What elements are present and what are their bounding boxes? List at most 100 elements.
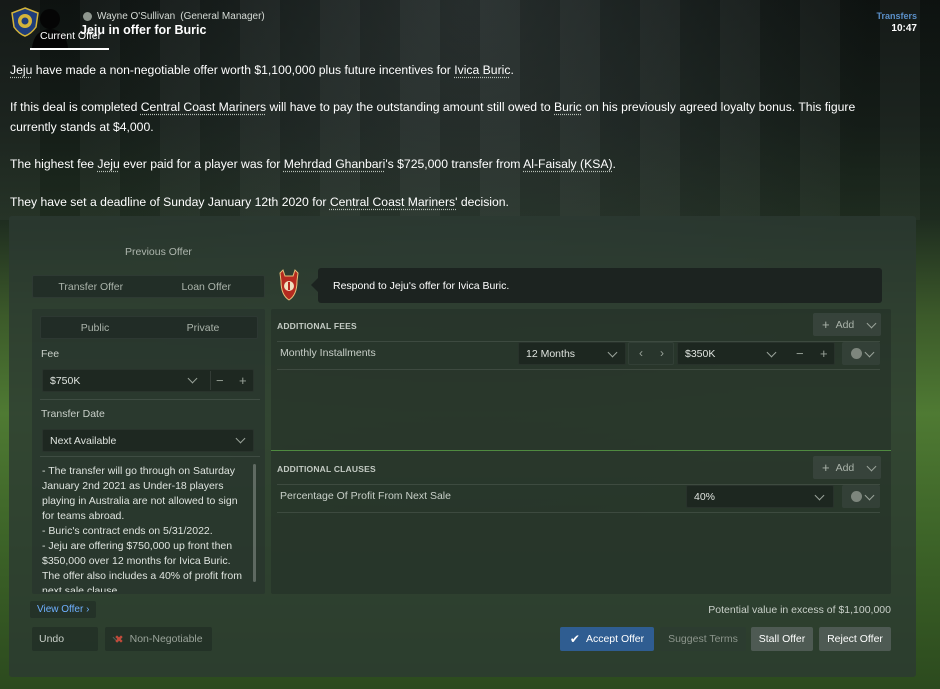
installment-amount-value: $350K <box>685 347 716 360</box>
add-fee-label: Add <box>835 318 855 331</box>
add-fee-button[interactable]: + Add <box>813 313 881 336</box>
divider <box>210 371 211 390</box>
additional-fees-title: ADDITIONAL FEES <box>277 321 357 331</box>
public-option[interactable]: Public <box>41 317 149 338</box>
text: The highest fee <box>10 157 98 171</box>
player-link[interactable]: Buric <box>554 100 582 114</box>
loan-offer-option[interactable]: Loan Offer <box>149 276 265 297</box>
profit-percentage-value: 40% <box>694 490 716 503</box>
months-stepper: ‹ › <box>628 342 674 365</box>
note-item: - Jeju are offering $750,000 up front th… <box>42 540 242 592</box>
add-clause-label: Add <box>835 461 855 474</box>
club-link[interactable]: Al-Faisaly (KSA) <box>523 157 612 171</box>
sender-name[interactable]: Wayne O'Sullivan <box>97 11 175 22</box>
message-category[interactable]: Transfers <box>876 11 917 21</box>
options-icon <box>851 348 862 359</box>
section-divider <box>271 450 891 451</box>
text: If this deal is completed <box>10 100 141 114</box>
plus-icon: + <box>822 317 830 332</box>
divider <box>277 369 880 370</box>
message-paragraph-2: If this deal is completed Central Coast … <box>10 97 890 137</box>
non-negotiable-button[interactable]: ✖ Non-Negotiable <box>105 627 212 651</box>
monthly-installments-label: Monthly Installments <box>280 347 376 359</box>
note-item: - The transfer will go through on Saturd… <box>42 465 238 522</box>
undo-label: Undo <box>39 633 65 645</box>
view-offer-label: View Offer <box>37 604 84 615</box>
installment-months-value: 12 Months <box>526 347 576 360</box>
private-option[interactable]: Private <box>149 317 257 338</box>
accept-offer-label: Accept Offer <box>585 633 645 645</box>
message-paragraph-3: The highest fee Jeju ever paid for a pla… <box>10 154 890 174</box>
sender-line: Wayne O'Sullivan (General Manager) <box>83 11 265 22</box>
undo-button[interactable]: Undo <box>32 627 123 651</box>
text: have made a non-negotiable offer worth $… <box>32 63 455 77</box>
fee-decrease-button[interactable]: − <box>216 374 224 387</box>
check-icon: ✔ <box>569 632 580 646</box>
transfer-offer-option[interactable]: Transfer Offer <box>33 276 149 297</box>
message-time: 10:47 <box>891 23 917 34</box>
chevron-down-icon <box>864 490 875 501</box>
transfer-date-label: Transfer Date <box>41 408 105 420</box>
months-prev-button[interactable]: ‹ <box>639 347 643 360</box>
text: . <box>510 63 514 77</box>
message-header: Wayne O'Sullivan (General Manager) Jeju … <box>0 0 940 48</box>
fee-increase-button[interactable]: + <box>239 374 247 387</box>
tab-previous-offer[interactable]: Previous Offer <box>125 246 192 258</box>
offer-notes: - The transfer will go through on Saturd… <box>42 464 250 592</box>
divider <box>40 399 260 400</box>
months-next-button[interactable]: › <box>660 347 664 360</box>
text: 's $725,000 transfer from <box>385 157 524 171</box>
chevron-down-icon <box>866 461 877 472</box>
fee-value: $750K <box>50 374 81 387</box>
clause-options-button[interactable] <box>842 485 880 508</box>
club-link[interactable]: Jeju <box>97 157 119 171</box>
installment-amount-input[interactable]: $350K <box>677 342 835 365</box>
accept-offer-button[interactable]: ✔ Accept Offer <box>560 627 654 651</box>
player-link[interactable]: Mehrdad Ghanbari <box>284 157 386 171</box>
lock-icon: ✖ <box>114 633 124 646</box>
divider <box>277 512 880 513</box>
non-negotiable-label: Non-Negotiable <box>129 633 203 645</box>
profit-clause-label: Percentage Of Profit From Next Sale <box>280 490 451 502</box>
profit-percentage-select[interactable]: 40% <box>686 485 834 508</box>
additional-clauses-title: ADDITIONAL CLAUSES <box>277 464 376 474</box>
add-clause-button[interactable]: + Add <box>813 456 881 479</box>
club-link[interactable]: Central Coast Mariners <box>141 100 266 114</box>
response-prompt: Respond to Jeju's offer for Ivica Buric. <box>311 268 882 303</box>
sender-role: (General Manager) <box>180 11 265 22</box>
note-item: - Buric's contract ends on 5/31/2022. <box>42 525 213 537</box>
info-icon[interactable] <box>83 12 92 21</box>
view-offer-link[interactable]: View Offer › <box>30 601 97 618</box>
player-link[interactable]: Ivica Buric <box>454 63 510 77</box>
stall-offer-button[interactable]: Stall Offer <box>751 627 813 651</box>
club-crest-icon <box>279 269 299 301</box>
message-paragraph-4: They have set a deadline of Sunday Janua… <box>10 192 890 212</box>
fee-options-button[interactable] <box>842 342 880 365</box>
chevron-right-icon: › <box>86 604 90 615</box>
text: . <box>612 157 616 171</box>
options-icon <box>851 491 862 502</box>
text: ever paid for a player was for <box>119 157 284 171</box>
text: decision. <box>457 195 509 209</box>
club-link[interactable]: Jeju <box>10 63 32 77</box>
message-paragraph-1: Jeju have made a non-negotiable offer wo… <box>10 60 890 80</box>
tab-current-offer[interactable]: Current Offer <box>30 30 110 50</box>
notes-scrollbar[interactable] <box>253 464 256 582</box>
amount-decrease-button[interactable]: − <box>796 347 804 360</box>
transfer-date-select[interactable]: Next Available <box>42 429 254 452</box>
text: will have to pay the outstanding amount … <box>266 100 554 114</box>
plus-icon: + <box>822 460 830 475</box>
text: They have set a deadline of Sunday Janua… <box>10 195 330 209</box>
reject-offer-button[interactable]: Reject Offer <box>819 627 891 651</box>
transfer-date-value: Next Available <box>50 434 117 447</box>
chevron-down-icon <box>864 347 875 358</box>
divider <box>40 456 260 457</box>
offer-type-toggle: Transfer Offer Loan Offer <box>32 275 265 298</box>
message-meta: Transfers 10:47 <box>876 11 917 34</box>
club-link[interactable]: Central Coast Mariners' <box>330 195 458 209</box>
amount-increase-button[interactable]: + <box>820 347 828 360</box>
suggest-terms-button[interactable]: Suggest Terms <box>660 627 746 651</box>
visibility-toggle: Public Private <box>40 316 258 339</box>
fee-label: Fee <box>41 348 60 360</box>
chevron-down-icon <box>866 318 877 329</box>
